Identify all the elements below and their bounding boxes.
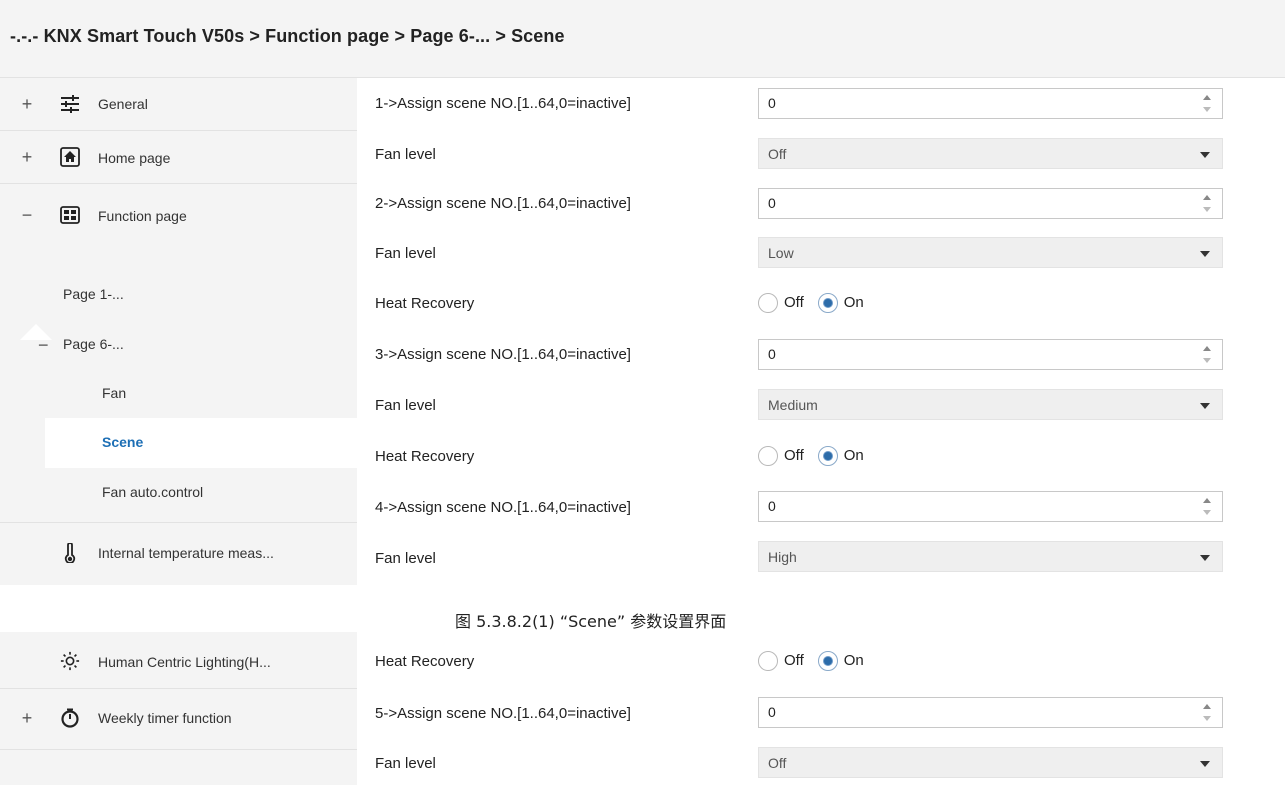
sidebar-item-label: Scene (102, 434, 144, 450)
divider (0, 749, 357, 750)
chevron-down-icon (1200, 761, 1210, 767)
scene-3-assign-input[interactable]: 0 (758, 339, 1223, 370)
spinner-arrows-icon[interactable] (1202, 702, 1212, 724)
spinner-arrows-icon[interactable] (1202, 93, 1212, 115)
sidebar-item-internal-temperature[interactable]: Internal temperature meas... (0, 523, 357, 585)
spinner-arrows-icon[interactable] (1202, 193, 1212, 215)
dropdown-value: Low (768, 245, 794, 261)
sidebar-item-label: Weekly timer function (98, 710, 232, 726)
scene-5-fan-level-label: Fan level (375, 755, 436, 772)
scene-5-fan-level-dropdown[interactable]: Off (758, 747, 1223, 778)
radio-off[interactable] (758, 650, 778, 671)
scene-4-assign-input[interactable]: 0 (758, 491, 1223, 522)
spin-value: 0 (768, 498, 776, 514)
sidebar-item-label: Human Centric Lighting(H... (98, 654, 271, 670)
spin-value: 0 (768, 346, 776, 362)
sidebar-item-general[interactable]: + General (0, 78, 357, 130)
scene-5-assign-label: 5->Assign scene NO.[1..64,0=inactive] (375, 705, 631, 722)
sun-icon (60, 651, 80, 671)
dropdown-value: Medium (768, 397, 818, 413)
spin-value: 0 (768, 95, 776, 111)
sidebar-item-function-page[interactable]: − Function page (0, 184, 357, 248)
scene-2-heat-recovery-label: Heat Recovery (375, 295, 475, 312)
sidebar-item-home-page[interactable]: + Home page (0, 131, 357, 183)
sidebar-item-fan[interactable]: Fan (0, 370, 357, 418)
radio-off-label: Off (784, 447, 804, 464)
timer-icon (60, 708, 80, 728)
thermometer-icon (60, 543, 80, 563)
title-bar: -.-.- KNX Smart Touch V50s > Function pa… (0, 0, 1285, 78)
scene-4-fan-level-label: Fan level (375, 550, 436, 567)
scene-1-assign-label: 1->Assign scene NO.[1..64,0=inactive] (375, 95, 631, 112)
sidebar-item-label: Fan (102, 385, 127, 401)
chevron-down-icon (1200, 555, 1210, 561)
expand-icon[interactable]: + (20, 709, 34, 727)
sliders-icon (60, 94, 80, 114)
scene-4-heat-recovery-radio-group[interactable]: Off On (758, 645, 878, 676)
scene-5-assign-input[interactable]: 0 (758, 697, 1223, 728)
sidebar-item-label: General (98, 96, 148, 112)
spinner-arrows-icon[interactable] (1202, 496, 1212, 518)
spinner-arrows-icon[interactable] (1202, 344, 1212, 366)
figure-caption: 图 5.3.8.2(1) “Scene” 参数设置界面 (455, 612, 727, 631)
radio-on[interactable] (817, 292, 838, 313)
radio-off-label: Off (784, 652, 804, 669)
sidebar-item-label: Page 1-... (63, 286, 124, 302)
dropdown-value: Off (768, 146, 787, 162)
chevron-down-icon (1200, 403, 1210, 409)
expand-icon[interactable]: + (20, 95, 34, 113)
sidebar-item-label: Home page (98, 150, 171, 166)
scene-1-fan-level-dropdown[interactable]: Off (758, 138, 1223, 169)
scene-3-assign-label: 3->Assign scene NO.[1..64,0=inactive] (375, 346, 631, 363)
radio-on[interactable] (817, 650, 838, 671)
spin-value: 0 (768, 704, 776, 720)
sidebar-item-label: Page 6-... (63, 336, 124, 352)
home-icon (60, 147, 80, 167)
scene-4-fan-level-dropdown[interactable]: High (758, 541, 1223, 572)
collapse-icon[interactable]: − (20, 206, 34, 224)
chevron-down-icon (1200, 251, 1210, 257)
scene-2-heat-recovery-radio-group[interactable]: Off On (758, 287, 878, 318)
sidebar-item-page-6[interactable]: − Page 6-... (0, 320, 357, 370)
radio-off[interactable] (758, 445, 778, 466)
sidebar-item-weekly-timer[interactable]: + Weekly timer function (0, 689, 357, 749)
radio-on[interactable] (817, 445, 838, 466)
radio-off[interactable] (758, 292, 778, 313)
scene-2-assign-input[interactable]: 0 (758, 188, 1223, 219)
scene-1-assign-input[interactable]: 0 (758, 88, 1223, 119)
expand-icon[interactable]: + (20, 148, 34, 166)
breadcrumb: -.-.- KNX Smart Touch V50s > Function pa… (10, 26, 565, 46)
grid-icon (60, 205, 80, 225)
dropdown-value: Off (768, 755, 787, 771)
sidebar-item-label: Internal temperature meas... (98, 545, 274, 561)
sidebar-item-label: Function page (98, 208, 187, 224)
scene-3-heat-recovery-label: Heat Recovery (375, 448, 475, 465)
sidebar-item-human-centric-lighting[interactable]: Human Centric Lighting(H... (0, 636, 357, 688)
radio-off-label: Off (784, 294, 804, 311)
chevron-down-icon (1200, 152, 1210, 158)
sidebar-item-scene[interactable]: Scene (45, 418, 357, 468)
scene-2-fan-level-label: Fan level (375, 245, 436, 262)
radio-on-label: On (843, 652, 864, 669)
scene-4-assign-label: 4->Assign scene NO.[1..64,0=inactive] (375, 499, 631, 516)
scene-4-heat-recovery-label: Heat Recovery (375, 653, 475, 670)
radio-on-label: On (843, 447, 864, 464)
sidebar-item-label: Fan auto.control (102, 484, 204, 500)
collapse-icon[interactable]: − (38, 336, 49, 354)
scene-3-fan-level-label: Fan level (375, 397, 436, 414)
scene-2-assign-label: 2->Assign scene NO.[1..64,0=inactive] (375, 195, 631, 212)
scene-2-fan-level-dropdown[interactable]: Low (758, 237, 1223, 268)
dropdown-value: High (768, 549, 797, 565)
sidebar-item-page-1[interactable]: Page 1-... (0, 270, 357, 320)
spin-value: 0 (768, 195, 776, 211)
scene-1-fan-level-label: Fan level (375, 146, 436, 163)
scene-3-fan-level-dropdown[interactable]: Medium (758, 389, 1223, 420)
sidebar-item-fan-auto-control[interactable]: Fan auto.control (0, 470, 357, 522)
scene-3-heat-recovery-radio-group[interactable]: Off On (758, 440, 878, 471)
radio-on-label: On (843, 294, 864, 311)
